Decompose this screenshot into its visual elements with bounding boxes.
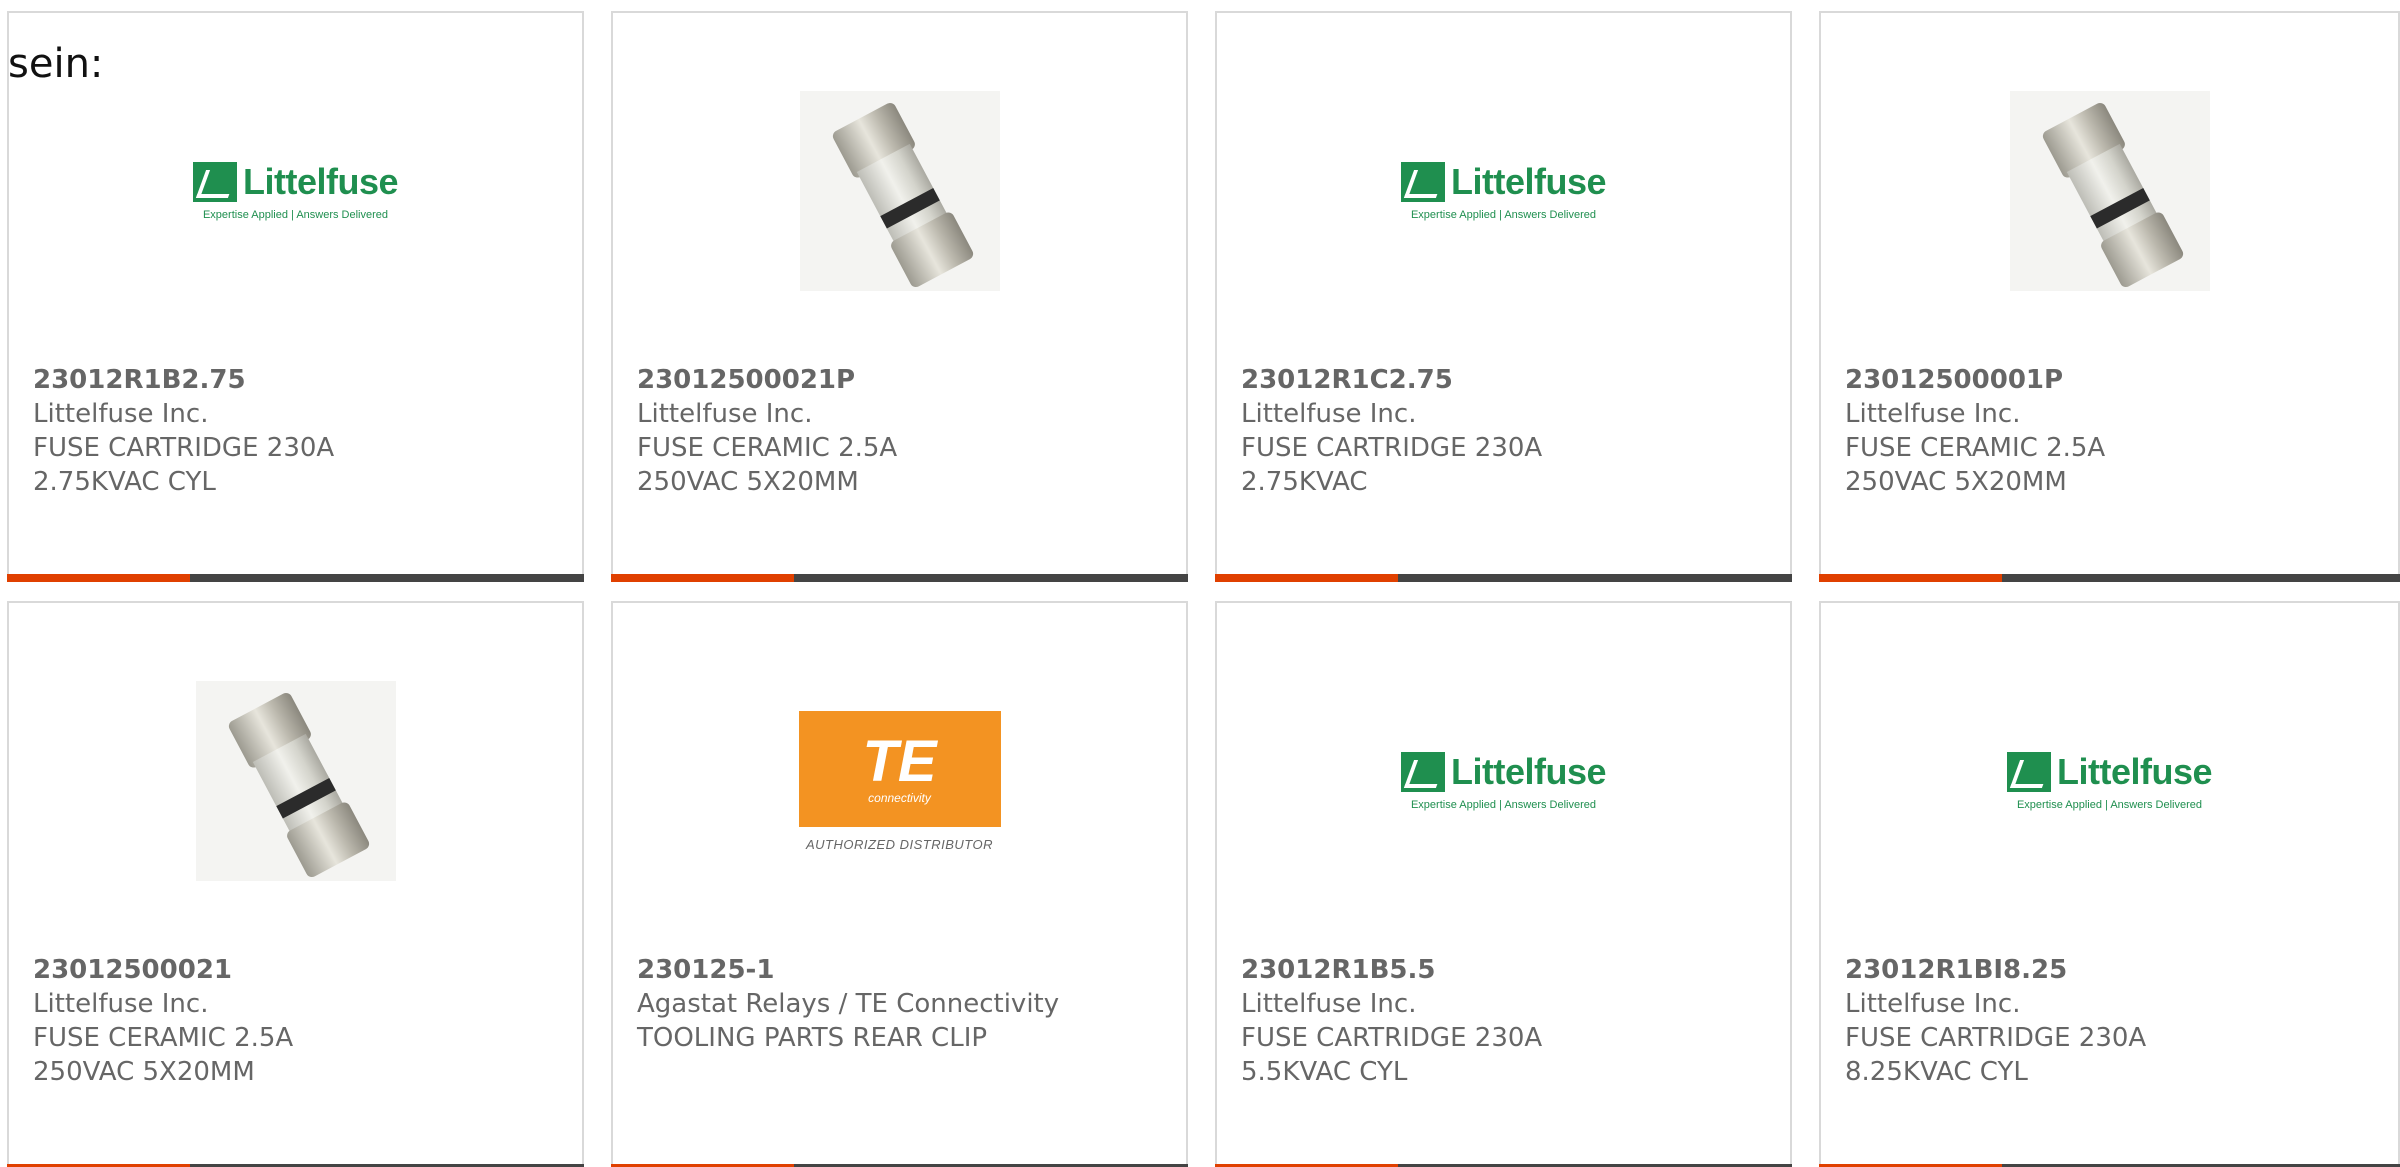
- littelfuse-logo: Littelfuse Expertise Applied | Answers D…: [2006, 751, 2213, 811]
- card-footer-bar: [1215, 574, 1792, 582]
- card-footer-bar: [1819, 574, 2400, 582]
- card-footer-bar: [611, 574, 1188, 582]
- part-number[interactable]: 23012500021: [33, 953, 558, 987]
- manufacturer: Littelfuse Inc.: [33, 399, 209, 429]
- littelfuse-logo: Littelfuse Expertise Applied | Answers D…: [1400, 751, 1607, 811]
- littelfuse-mark-icon: [1400, 752, 1445, 792]
- manufacturer: Littelfuse Inc.: [1845, 399, 2021, 429]
- fuse-photo: [799, 91, 1000, 291]
- product-image: Littelfuse Expertise Applied | Answers D…: [1821, 665, 2398, 897]
- description: FUSE CERAMIC 2.5A 250VAC 5X20MM: [33, 1023, 294, 1087]
- description: FUSE CARTRIDGE 230A 2.75KVAC CYL: [33, 433, 335, 497]
- intro-text: sein:: [8, 41, 104, 87]
- product-card[interactable]: 23012500021 Littelfuse Inc. FUSE CERAMIC…: [7, 601, 584, 1167]
- manufacturer: Littelfuse Inc.: [1845, 989, 2021, 1019]
- product-card[interactable]: 23012500021P Littelfuse Inc. FUSE CERAMI…: [611, 11, 1188, 582]
- te-connectivity-logo: TE connectivity AUTHORIZED DISTRIBUTOR: [798, 710, 1001, 852]
- littelfuse-mark-icon: [192, 162, 237, 202]
- product-image: [9, 665, 582, 897]
- littelfuse-logo: Littelfuse Expertise Applied | Answers D…: [1400, 161, 1607, 221]
- description: TOOLING PARTS REAR CLIP: [637, 1023, 988, 1053]
- fuse-photo: [195, 681, 396, 881]
- part-number[interactable]: 23012R1BI8.25: [1845, 953, 2374, 987]
- product-image: [1821, 75, 2398, 307]
- littelfuse-logo: Littelfuse Expertise Applied | Answers D…: [192, 161, 399, 221]
- part-number[interactable]: 23012500021P: [637, 363, 1162, 397]
- page: sein: Littelfuse Expertise Applied | Ans…: [0, 0, 2400, 1167]
- product-grid: Littelfuse Expertise Applied | Answers D…: [0, 0, 2400, 1167]
- manufacturer: Littelfuse Inc.: [1241, 989, 1417, 1019]
- part-number[interactable]: 23012R1B2.75: [33, 363, 558, 397]
- description: FUSE CERAMIC 2.5A 250VAC 5X20MM: [637, 433, 898, 497]
- part-number[interactable]: 23012R1C2.75: [1241, 363, 1766, 397]
- manufacturer: Littelfuse Inc.: [637, 399, 813, 429]
- description: FUSE CARTRIDGE 230A 8.25KVAC CYL: [1845, 1023, 2147, 1087]
- product-image: Littelfuse Expertise Applied | Answers D…: [1217, 665, 1790, 897]
- description: FUSE CARTRIDGE 230A 2.75KVAC: [1241, 433, 1543, 497]
- part-number[interactable]: 23012R1B5.5: [1241, 953, 1766, 987]
- product-card[interactable]: Littelfuse Expertise Applied | Answers D…: [1819, 601, 2400, 1167]
- product-card[interactable]: TE connectivity AUTHORIZED DISTRIBUTOR 2…: [611, 601, 1188, 1167]
- product-card[interactable]: 23012500001P Littelfuse Inc. FUSE CERAMI…: [1819, 11, 2400, 582]
- product-image: [613, 75, 1186, 307]
- product-image: Littelfuse Expertise Applied | Answers D…: [1217, 75, 1790, 307]
- product-image: Littelfuse Expertise Applied | Answers D…: [9, 75, 582, 307]
- product-card[interactable]: Littelfuse Expertise Applied | Answers D…: [1215, 11, 1792, 582]
- product-card[interactable]: Littelfuse Expertise Applied | Answers D…: [7, 11, 584, 582]
- manufacturer: Agastat Relays / TE Connectivity: [637, 989, 1060, 1019]
- fuse-photo: [2009, 91, 2210, 291]
- card-footer-bar: [7, 574, 584, 582]
- littelfuse-mark-icon: [1400, 162, 1445, 202]
- manufacturer: Littelfuse Inc.: [33, 989, 209, 1019]
- description: FUSE CERAMIC 2.5A 250VAC 5X20MM: [1845, 433, 2106, 497]
- description: FUSE CARTRIDGE 230A 5.5KVAC CYL: [1241, 1023, 1543, 1087]
- part-number[interactable]: 23012500001P: [1845, 363, 2374, 397]
- littelfuse-mark-icon: [2006, 752, 2051, 792]
- product-card[interactable]: Littelfuse Expertise Applied | Answers D…: [1215, 601, 1792, 1167]
- part-number[interactable]: 230125-1: [637, 953, 1162, 987]
- product-image: TE connectivity AUTHORIZED DISTRIBUTOR: [613, 665, 1186, 897]
- manufacturer: Littelfuse Inc.: [1241, 399, 1417, 429]
